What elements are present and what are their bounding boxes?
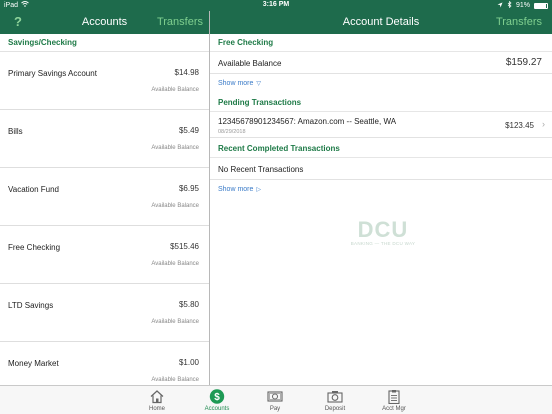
tab-deposit-label: Deposit xyxy=(324,406,346,412)
status-bar: iPad 3:16 PM 91% xyxy=(0,0,552,11)
svg-text:$: $ xyxy=(214,392,220,403)
tab-bar: Home $ Accounts Pay Deposit Acct Mgr xyxy=(0,385,552,414)
account-balance: $14.98 xyxy=(174,68,199,77)
transfers-link-left[interactable]: Transfers xyxy=(157,16,203,28)
account-balance-caption: Available Balance xyxy=(151,203,199,209)
dcu-tagline: BANKING — THE DCU WAY xyxy=(350,241,416,246)
details-nav-bar: Account Details Transfers xyxy=(210,11,552,34)
tab-deposit[interactable]: Deposit xyxy=(310,386,360,414)
battery-icon xyxy=(534,2,548,9)
account-balance-caption: Available Balance xyxy=(151,145,199,151)
savings-checking-header: Savings/Checking xyxy=(0,34,209,52)
pending-transaction-row[interactable]: 12345678901234567: Amazon.com -- Seattle… xyxy=(210,112,552,138)
account-name: Primary Savings Account xyxy=(8,69,97,78)
pay-icon xyxy=(267,389,283,404)
account-title: Free Checking xyxy=(210,34,552,52)
accounts-nav-bar: ? Accounts Transfers xyxy=(0,11,209,34)
account-name: Free Checking xyxy=(8,243,61,252)
account-row[interactable]: Vacation Fund $6.95 Available Balance xyxy=(0,168,209,226)
account-balance: $5.49 xyxy=(178,126,199,135)
chevron-right-icon: › xyxy=(542,119,545,129)
battery-level xyxy=(535,3,546,8)
completed-transactions-header: Recent Completed Transactions xyxy=(210,140,552,158)
account-details-panel: Free Checking Available Balance $159.27 … xyxy=(210,34,552,385)
dcu-watermark: DCU BANKING — THE DCU WAY xyxy=(348,217,418,246)
account-name: LTD Savings xyxy=(8,301,54,310)
no-recent-row: No Recent Transactions xyxy=(210,158,552,180)
account-balance-caption: Available Balance xyxy=(151,261,199,267)
bluetooth-icon xyxy=(507,0,512,10)
available-balance-row: Available Balance $159.27 xyxy=(210,52,552,74)
transaction-amount: $123.45 xyxy=(505,121,534,130)
available-balance-label: Available Balance xyxy=(218,59,282,68)
clipboard-icon xyxy=(386,389,402,405)
triangle-down-icon: ▽ xyxy=(256,81,262,87)
account-row[interactable]: Bills $5.49 Available Balance xyxy=(0,110,209,168)
account-row[interactable]: LTD Savings $5.80 Available Balance xyxy=(0,284,209,342)
battery-percent: 91% xyxy=(515,2,530,9)
tab-accounts-label: Accounts xyxy=(204,406,230,412)
dollar-icon: $ xyxy=(209,389,225,404)
tab-home[interactable]: Home xyxy=(132,386,182,414)
location-icon xyxy=(497,2,503,10)
account-balance: $6.95 xyxy=(178,184,199,193)
no-recent-text: No Recent Transactions xyxy=(218,165,304,174)
available-balance-value: $159.27 xyxy=(505,57,542,68)
transfers-link-right[interactable]: Transfers xyxy=(496,16,542,28)
dcu-logo: DCU xyxy=(357,217,409,242)
account-balance: $1.00 xyxy=(178,358,199,367)
account-name: Money Market xyxy=(8,359,59,368)
triangle-right-icon: ▷ xyxy=(256,187,262,193)
tab-pay-label: Pay xyxy=(269,406,281,412)
account-balance-caption: Available Balance xyxy=(151,87,199,93)
account-row[interactable]: Free Checking $515.46 Available Balance xyxy=(0,226,209,284)
account-balance: $515.46 xyxy=(170,242,199,251)
show-more-transactions-button[interactable]: Show more ▷ xyxy=(210,180,552,200)
pending-transactions-header: Pending Transactions xyxy=(210,94,552,112)
pending-transactions-list: 12345678901234567: Amazon.com -- Seattle… xyxy=(210,112,552,138)
tab-pay[interactable]: Pay xyxy=(250,386,300,414)
tab-acct-mgr-label: Acct Mgr xyxy=(382,406,406,412)
transaction-description: 12345678901234567: Amazon.com -- Seattle… xyxy=(218,117,397,126)
account-row[interactable]: Money Market $1.00 Available Balance xyxy=(0,342,209,385)
status-right: 91% xyxy=(497,0,548,10)
account-name: Bills xyxy=(8,127,23,136)
tab-home-label: Home xyxy=(148,406,165,412)
account-balance-caption: Available Balance xyxy=(151,377,199,383)
show-more-label: Show more xyxy=(218,80,254,87)
account-list: Primary Savings Account $14.98 Available B… xyxy=(0,52,209,385)
tab-accounts[interactable]: $ Accounts xyxy=(192,386,242,414)
show-more-label-2: Show more xyxy=(218,186,254,193)
account-name: Vacation Fund xyxy=(8,185,59,194)
accounts-list-panel: Savings/Checking Primary Savings Account… xyxy=(0,34,209,385)
camera-icon xyxy=(327,389,343,404)
account-balance: $5.80 xyxy=(178,300,199,309)
tab-acct-mgr[interactable]: Acct Mgr xyxy=(369,386,419,414)
account-row[interactable]: Primary Savings Account $14.98 Available B… xyxy=(0,52,209,110)
account-balance-caption: Available Balance xyxy=(151,319,199,325)
show-more-balance-button[interactable]: Show more ▽ xyxy=(210,74,552,94)
status-time: 3:16 PM xyxy=(262,1,290,8)
home-icon xyxy=(149,389,165,404)
transaction-date: 08/29/2018 xyxy=(218,129,246,135)
